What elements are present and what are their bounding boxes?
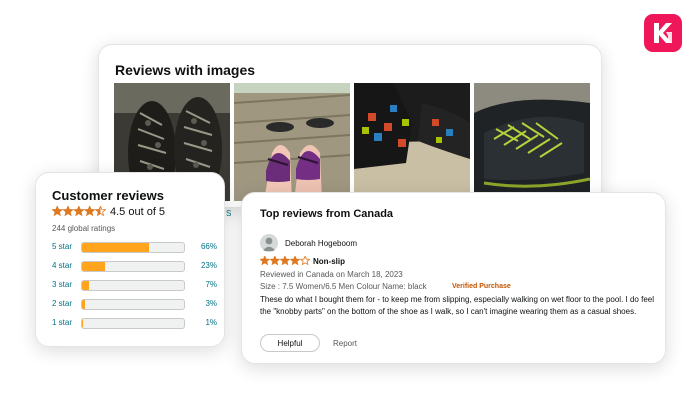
histogram-label[interactable]: 4 star bbox=[52, 261, 72, 270]
black-shoes-on-carpet-photo bbox=[354, 83, 470, 201]
km-logo-icon bbox=[654, 23, 672, 43]
review-image-2[interactable] bbox=[234, 83, 350, 201]
see-all-photos-link[interactable]: S bbox=[226, 209, 231, 218]
histogram-fill bbox=[82, 319, 84, 328]
helpful-button[interactable]: Helpful bbox=[260, 334, 320, 352]
histogram-fill bbox=[82, 281, 90, 290]
histogram-label[interactable]: 1 star bbox=[52, 318, 72, 327]
user-avatar-icon bbox=[262, 237, 276, 251]
rating-stars-icon bbox=[52, 206, 106, 217]
top-reviews-heading: Top reviews from Canada bbox=[260, 208, 394, 220]
review-variant: Size : 7.5 Women/6.5 Men Colour Name: bl… bbox=[260, 282, 427, 291]
purple-shoes-on-deck-photo bbox=[234, 83, 350, 201]
histogram-bar[interactable] bbox=[81, 242, 185, 253]
global-ratings-count[interactable]: 244 global ratings bbox=[52, 224, 115, 233]
histogram-fill bbox=[82, 262, 106, 271]
histogram-row-4[interactable]: 4 star 23% bbox=[52, 260, 217, 272]
verified-purchase-badge: Verified Purchase bbox=[452, 283, 511, 290]
customer-reviews-title: Customer reviews bbox=[52, 188, 164, 203]
histogram-bar[interactable] bbox=[81, 280, 185, 291]
report-link[interactable]: Report bbox=[333, 339, 357, 348]
brand-logo bbox=[644, 14, 682, 52]
histogram-percent[interactable]: 23% bbox=[201, 261, 217, 270]
black-shoe-closeup-photo bbox=[474, 83, 590, 201]
histogram-percent[interactable]: 1% bbox=[205, 318, 217, 327]
histogram-percent[interactable]: 3% bbox=[205, 299, 217, 308]
histogram-row-3[interactable]: 3 star 7% bbox=[52, 279, 217, 291]
histogram-fill bbox=[82, 300, 86, 309]
histogram-bar[interactable] bbox=[81, 299, 185, 310]
review-stars-icon bbox=[260, 256, 310, 266]
histogram-bar[interactable] bbox=[81, 261, 185, 272]
rating-out-of: 4.5 out of 5 bbox=[110, 206, 166, 218]
review-image-4[interactable] bbox=[474, 83, 590, 201]
customer-reviews-card: Customer reviews 4.5 out of 5 244 global… bbox=[35, 172, 225, 347]
histogram-percent[interactable]: 66% bbox=[201, 242, 217, 251]
histogram-row-2[interactable]: 2 star 3% bbox=[52, 298, 217, 310]
histogram-label[interactable]: 2 star bbox=[52, 299, 72, 308]
histogram-fill bbox=[82, 243, 150, 252]
review-date: Reviewed in Canada on March 18, 2023 bbox=[260, 270, 403, 279]
histogram-percent[interactable]: 7% bbox=[205, 280, 217, 289]
histogram-bar[interactable] bbox=[81, 318, 185, 329]
histogram-label[interactable]: 3 star bbox=[52, 280, 72, 289]
histogram-row-1[interactable]: 1 star 1% bbox=[52, 317, 217, 329]
histogram-row-5[interactable]: 5 star 66% bbox=[52, 241, 217, 253]
top-reviews-card: Top reviews from Canada Deborah Hogeboom… bbox=[241, 192, 666, 364]
review-image-3[interactable] bbox=[354, 83, 470, 201]
star-outline bbox=[299, 256, 310, 266]
review-title[interactable]: Non-slip bbox=[313, 257, 345, 266]
review-body: These do what I bought them for - to kee… bbox=[260, 295, 654, 316]
histogram-label[interactable]: 5 star bbox=[52, 242, 72, 251]
images-section-title: Reviews with images bbox=[115, 62, 256, 78]
avatar bbox=[260, 234, 278, 252]
reviewer-name[interactable]: Deborah Hogeboom bbox=[285, 239, 357, 248]
